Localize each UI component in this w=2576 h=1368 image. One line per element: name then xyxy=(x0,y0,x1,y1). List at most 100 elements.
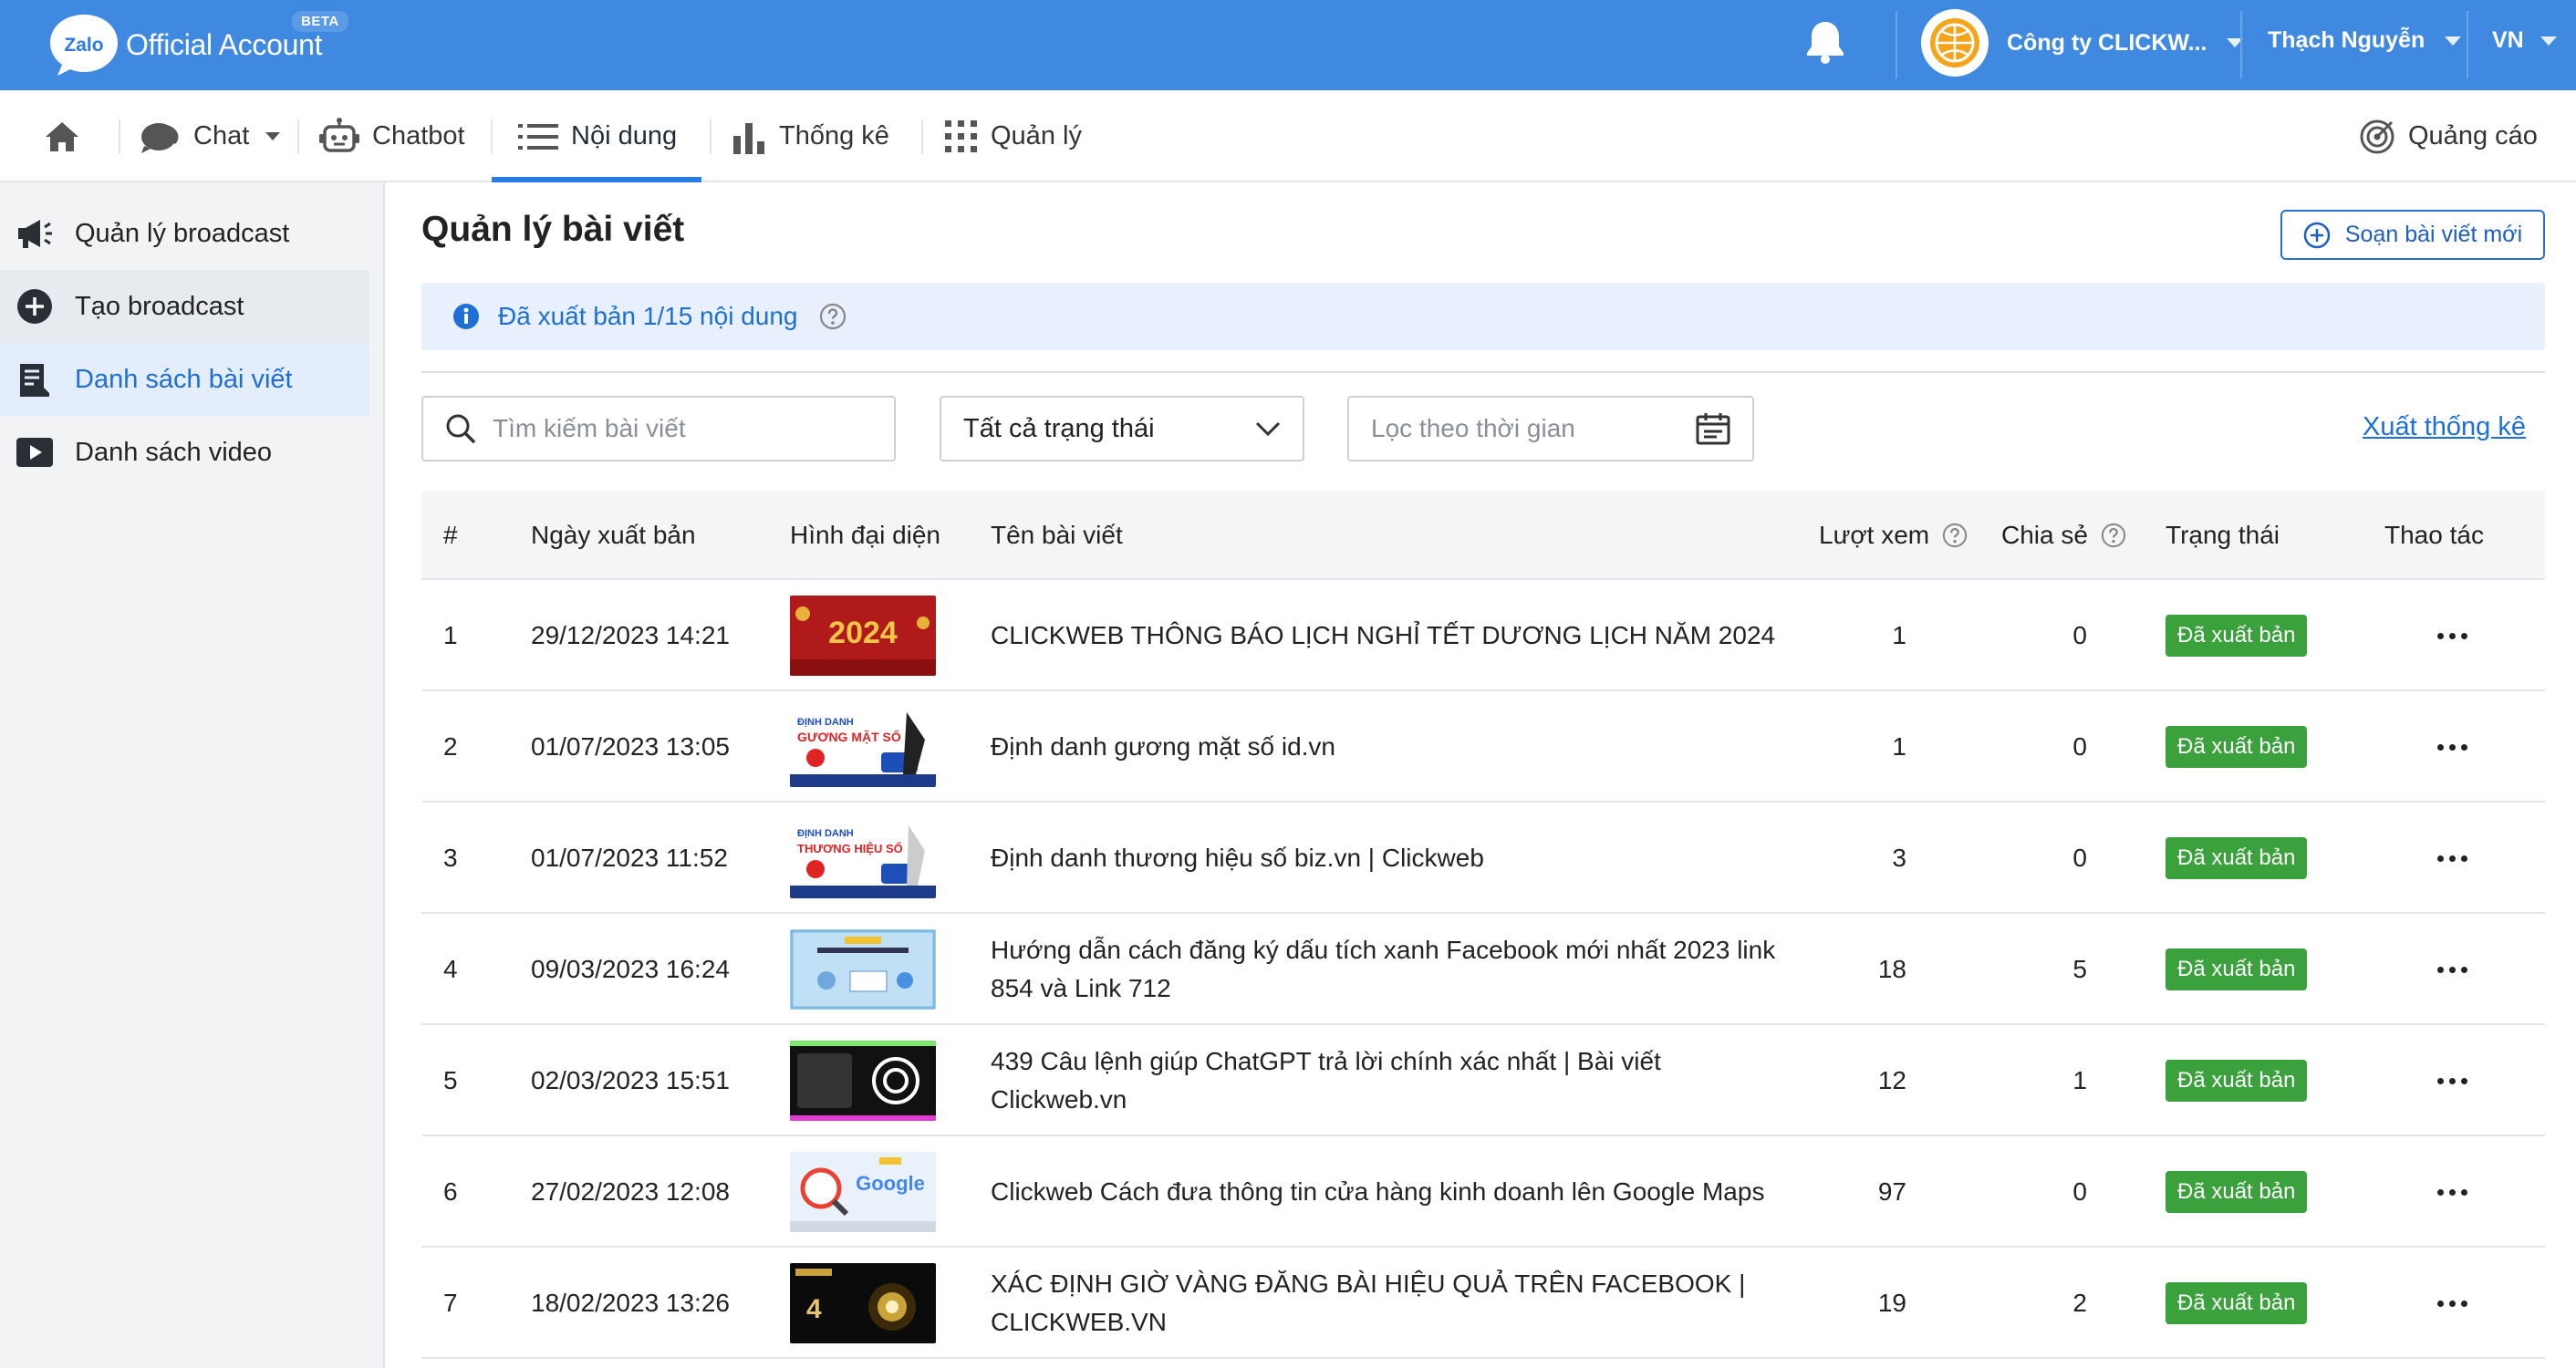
status-badge: Đã xuất bản xyxy=(2166,726,2308,768)
date-filter[interactable] xyxy=(1347,396,1754,461)
date-filter-input[interactable] xyxy=(1371,414,1696,443)
table-row[interactable]: 3 01/07/2023 11:52 ĐỊNH DANH THƯƠNG HIỆU SỐ… xyxy=(421,803,2545,914)
org-selector[interactable]: Công ty CLICKW... xyxy=(1921,9,2244,77)
sidebar-item-label: Quản lý broadcast xyxy=(75,218,290,248)
col-header-shares-label: Chia sẻ xyxy=(2001,521,2088,549)
table-row[interactable]: 1 29/12/2023 14:21 2024 CLICKWEB THÔNG BÁO … xyxy=(421,580,2545,691)
nav-home[interactable] xyxy=(44,90,80,182)
post-thumbnail-image xyxy=(790,1041,936,1121)
sidebar-item-label: Danh sách bài viết xyxy=(75,364,293,394)
sidebar-item-post-list[interactable]: Danh sách bài viết xyxy=(0,343,369,416)
language-selector[interactable]: VN xyxy=(2492,27,2557,54)
row-thumbnail[interactable]: 4 xyxy=(790,1248,936,1359)
row-title[interactable]: CLICKWEB THÔNG BÁO LỊCH NGHỈ TẾT DƯƠNG L… xyxy=(991,580,1793,691)
notification-bell-icon[interactable] xyxy=(1804,18,1846,64)
row-status: Đã xuất bản xyxy=(2166,803,2308,914)
nav-chatbot[interactable]: Chatbot xyxy=(319,90,465,182)
row-thumbnail[interactable] xyxy=(790,914,936,1025)
row-title[interactable]: Định danh thương hiệu số biz.vn | Clickw… xyxy=(991,803,1793,914)
more-options-icon[interactable] xyxy=(2437,1188,2467,1196)
table-header: # Ngày xuất bản Hình đại diện Tên bài vi… xyxy=(421,491,2545,580)
row-thumbnail[interactable]: Google xyxy=(790,1136,936,1248)
org-name: Công ty CLICKW... xyxy=(2007,29,2207,56)
svg-text:Zalo: Zalo xyxy=(64,35,103,56)
more-options-icon[interactable] xyxy=(2437,966,2467,973)
zalo-oa-logo[interactable]: Zalo Official Account xyxy=(47,13,322,77)
banner-text: Đã xuất bản 1/15 nội dung xyxy=(498,302,798,330)
more-options-icon[interactable] xyxy=(2437,1077,2467,1084)
nav-stats[interactable]: Thống kê xyxy=(733,90,889,182)
nav-content[interactable]: Nội dung xyxy=(518,90,677,182)
export-stats-link[interactable]: Xuất thống kê xyxy=(2363,412,2526,442)
row-thumbnail[interactable] xyxy=(790,1025,936,1136)
status-badge: Đã xuất bản xyxy=(2166,615,2308,657)
col-header-thumb: Hình đại diện xyxy=(790,521,941,549)
nav-ads[interactable]: Quảng cáo xyxy=(2359,90,2538,182)
row-title[interactable]: Clickweb Cách đưa thông tin cửa hàng kin… xyxy=(991,1136,1793,1248)
grid-icon xyxy=(945,119,978,153)
row-actions[interactable] xyxy=(2437,1025,2467,1136)
info-icon xyxy=(452,303,480,330)
row-actions[interactable] xyxy=(2437,691,2467,803)
post-thumbnail-image: ĐỊNH DANH GƯƠNG MẶT SỐ xyxy=(790,707,936,787)
sidebar-item-broadcast-manage[interactable]: Quản lý broadcast xyxy=(0,197,369,270)
table-row[interactable]: 7 18/02/2023 13:26 4 XÁC ĐỊNH GIỜ VÀNG ĐĂNG… xyxy=(421,1248,2545,1359)
nav-divider xyxy=(297,119,299,154)
table-row[interactable]: 5 02/03/2023 15:51 439 Câu lệnh giúp ChatG… xyxy=(421,1025,2545,1136)
row-status: Đã xuất bản xyxy=(2166,1025,2308,1136)
row-title[interactable]: XÁC ĐỊNH GIỜ VÀNG ĐĂNG BÀI HIỆU QUẢ TRÊN… xyxy=(991,1248,1793,1359)
col-header-index: # xyxy=(443,521,458,549)
more-options-icon[interactable] xyxy=(2437,855,2467,862)
row-date: 01/07/2023 11:52 xyxy=(531,844,728,872)
help-icon[interactable] xyxy=(1942,523,1968,548)
row-actions[interactable] xyxy=(2437,803,2467,914)
nav-ads-label: Quảng cáo xyxy=(2408,121,2538,150)
help-icon[interactable] xyxy=(2101,523,2126,548)
row-thumbnail[interactable]: ĐỊNH DANH THƯƠNG HIỆU SỐ xyxy=(790,803,936,914)
col-header-views-label: Lượt xem xyxy=(1819,521,1930,549)
calendar-icon[interactable] xyxy=(1696,412,1730,445)
row-actions[interactable] xyxy=(2437,580,2467,691)
app-title: Official Account xyxy=(126,27,323,61)
row-actions[interactable] xyxy=(2437,1136,2467,1248)
help-icon[interactable] xyxy=(819,303,847,330)
new-post-label: Soạn bài viết mới xyxy=(2344,222,2523,247)
row-actions[interactable] xyxy=(2437,914,2467,1025)
row-actions[interactable] xyxy=(2437,1248,2467,1359)
status-badge: Đã xuất bản xyxy=(2166,1171,2308,1213)
user-menu[interactable]: Thạch Nguyễn xyxy=(2268,27,2462,54)
new-post-button[interactable]: Soạn bài viết mới xyxy=(2280,210,2545,260)
table-row[interactable]: 6 27/02/2023 12:08 Google Clickweb Cách đưa… xyxy=(421,1136,2545,1248)
svg-text:ĐỊNH DANH: ĐỊNH DANH xyxy=(797,717,854,728)
col-header-shares: Chia sẻ xyxy=(2001,491,2126,580)
row-title[interactable]: 439 Câu lệnh giúp ChatGPT trả lời chính … xyxy=(991,1025,1793,1136)
status-filter-select[interactable]: Tất cả trạng thái xyxy=(940,396,1304,461)
sidebar-item-create-broadcast[interactable]: Tạo broadcast xyxy=(0,270,369,343)
svg-text:THƯƠNG HIỆU SỐ: THƯƠNG HIỆU SỐ xyxy=(797,842,903,855)
post-thumbnail-image xyxy=(790,929,936,1010)
row-thumbnail[interactable]: ĐỊNH DANH GƯƠNG MẶT SỐ xyxy=(790,691,936,803)
row-title[interactable]: Định danh gương mặt số id.vn xyxy=(991,691,1793,803)
row-views: 97 xyxy=(1877,1177,1906,1206)
row-title[interactable]: Hướng dẫn cách đăng ký dấu tích xanh Fac… xyxy=(991,914,1793,1025)
nav-chat[interactable]: Chat xyxy=(139,90,281,182)
plus-circle-icon xyxy=(16,288,53,325)
svg-text:ĐỊNH DANH: ĐỊNH DANH xyxy=(797,828,854,839)
row-thumbnail[interactable]: 2024 xyxy=(790,580,936,691)
nav-manage[interactable]: Quản lý xyxy=(945,90,1082,182)
nav-active-indicator xyxy=(492,177,701,182)
nav-divider xyxy=(710,119,712,154)
topbar-divider xyxy=(2467,11,2468,78)
sidebar-item-video-list[interactable]: Danh sách video xyxy=(0,416,369,489)
table-row[interactable]: 2 01/07/2023 13:05 ĐỊNH DANH GƯƠNG MẶT SỐ Đị… xyxy=(421,691,2545,803)
more-options-icon[interactable] xyxy=(2437,632,2467,639)
robot-icon xyxy=(319,117,359,156)
list-icon xyxy=(518,122,558,151)
search-input[interactable] xyxy=(493,414,894,443)
search-box[interactable] xyxy=(421,396,896,461)
more-options-icon[interactable] xyxy=(2437,743,2467,751)
table-row[interactable]: 4 09/03/2023 16:24 Hướng dẫn cách đăng ký … xyxy=(421,914,2545,1025)
sidebar-item-label: Danh sách video xyxy=(75,437,273,467)
more-options-icon[interactable] xyxy=(2437,1300,2467,1307)
svg-text:Google: Google xyxy=(856,1172,925,1195)
